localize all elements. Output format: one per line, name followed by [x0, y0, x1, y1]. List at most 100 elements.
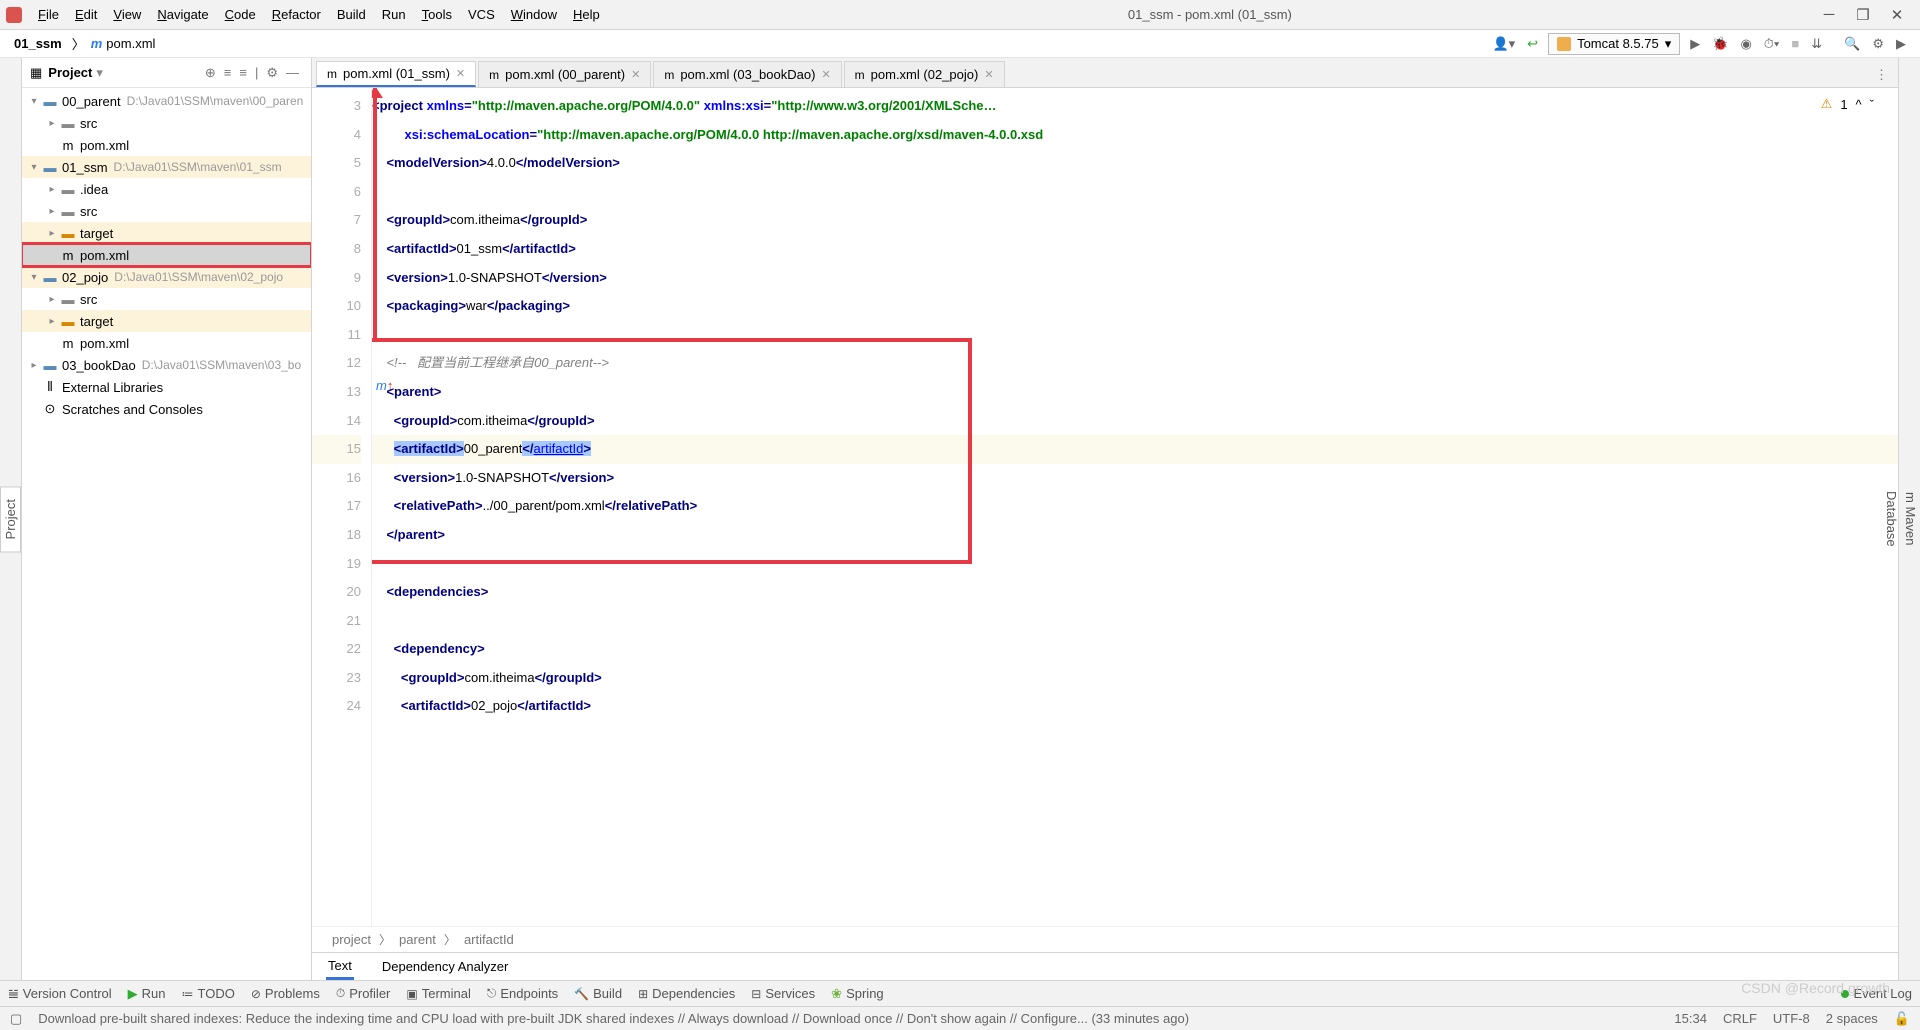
code-line[interactable]: </parent> [372, 521, 1898, 550]
editor-tab[interactable]: mpom.xml (02_pojo)✕ [844, 61, 1005, 87]
code-line[interactable]: <parent> [372, 378, 1898, 407]
code-line[interactable] [372, 321, 1898, 350]
expand-arrow-icon[interactable]: ▾ [26, 96, 42, 107]
tool-run[interactable]: ▶ Run [128, 986, 166, 1002]
close-tab-icon[interactable]: ✕ [984, 68, 993, 81]
tree-node[interactable]: ▸▬src [22, 112, 311, 134]
user-icon[interactable]: 👤▾ [1486, 34, 1521, 54]
run-button[interactable]: ▶ [1684, 34, 1706, 54]
editor-tab[interactable]: mpom.xml (00_parent)✕ [478, 61, 651, 87]
tree-node[interactable]: ⫴External Libraries [22, 376, 311, 398]
project-tree[interactable]: ▾▬00_parentD:\Java01\SSM\maven\00_paren▸… [22, 88, 311, 980]
tool-profiler[interactable]: ⏱ Profiler [336, 986, 391, 1001]
status-line-ending[interactable]: CRLF [1723, 1011, 1757, 1026]
status-message[interactable]: Download pre-built shared indexes: Reduc… [38, 1011, 1658, 1026]
menu-code[interactable]: Code [217, 3, 264, 26]
close-button[interactable]: ✕ [1880, 6, 1914, 24]
close-tab-icon[interactable]: ✕ [456, 67, 465, 80]
code-line[interactable]: <artifactId>01_ssm</artifactId> [372, 235, 1898, 264]
code-line[interactable]: <groupId>com.itheima</groupId> [372, 664, 1898, 693]
tab-more-icon[interactable]: ⋮ [1865, 63, 1898, 87]
settings-icon[interactable]: ⚙ [262, 65, 282, 81]
menu-view[interactable]: View [105, 3, 149, 26]
menu-run[interactable]: Run [374, 3, 414, 26]
inspection-widget[interactable]: ⚠1 ^ˇ [1815, 94, 1880, 114]
debug-button[interactable]: 🐞 [1706, 34, 1734, 54]
tool-spring[interactable]: ❀ Spring [831, 986, 883, 1002]
close-tab-icon[interactable]: ✕ [631, 68, 640, 81]
tool-problems[interactable]: ⊘ Problems [251, 986, 320, 1001]
crumb[interactable]: artifactId [464, 932, 514, 947]
code-lines[interactable]: ⚠1 ^ˇ <project xmlns="http://maven.apach… [372, 88, 1898, 926]
maximize-button[interactable]: ❐ [1846, 6, 1880, 24]
tool-services[interactable]: ⊟ Services [751, 986, 815, 1001]
menu-window[interactable]: Window [503, 3, 565, 26]
menu-refactor[interactable]: Refactor [264, 3, 329, 26]
tool-dependencies[interactable]: ⊞ Dependencies [638, 986, 735, 1001]
status-icon[interactable]: ▢ [10, 1011, 22, 1027]
expand-arrow-icon[interactable]: ▸ [44, 118, 60, 129]
tool-todo[interactable]: ≔ TODO [182, 986, 235, 1001]
expand-all-icon[interactable]: ≡ [220, 65, 236, 80]
menu-navigate[interactable]: Navigate [149, 3, 216, 26]
tool-version-control[interactable]: 𝌡 Version Control [8, 986, 112, 1001]
subtab-dependency-analyzer[interactable]: Dependency Analyzer [380, 955, 510, 978]
minimize-button[interactable]: ─ [1812, 6, 1846, 23]
tool-terminal[interactable]: ▣ Terminal [406, 986, 470, 1001]
tree-node[interactable]: mpom.xml [22, 332, 311, 354]
search-icon[interactable]: 🔍 [1838, 34, 1866, 54]
execute-button[interactable]: ▶ [1890, 34, 1912, 54]
tree-node[interactable]: ▸▬target [22, 310, 311, 332]
tool-endpoints[interactable]: ⎋ Endpoints [487, 986, 558, 1001]
sidebar-tab-project[interactable]: Project [0, 486, 21, 552]
tool-event-log[interactable]: Event Log [1841, 986, 1912, 1001]
tree-node[interactable]: ▸▬target [22, 222, 311, 244]
code-line[interactable]: <packaging>war</packaging> [372, 292, 1898, 321]
tree-node[interactable]: ▾▬01_ssmD:\Java01\SSM\maven\01_ssm [22, 156, 311, 178]
close-tab-icon[interactable]: ✕ [821, 68, 830, 81]
collapse-all-icon[interactable]: ≡ [235, 65, 251, 80]
code-line[interactable] [372, 550, 1898, 579]
subtab-text[interactable]: Text [326, 954, 354, 980]
tree-node[interactable]: ▾▬00_parentD:\Java01\SSM\maven\00_paren [22, 90, 311, 112]
menu-file[interactable]: File [30, 3, 67, 26]
code-line[interactable]: <groupId>com.itheima</groupId> [372, 206, 1898, 235]
code-line[interactable]: <artifactId>00_parent</artifactId> [372, 435, 1898, 464]
nav-file[interactable]: mpom.xml [85, 34, 162, 53]
crumb[interactable]: project [332, 932, 371, 947]
stop-button[interactable]: ■ [1785, 34, 1805, 53]
back-icon[interactable]: ↩ [1521, 34, 1544, 54]
code-line[interactable]: <relativePath>../00_parent/pom.xml</rela… [372, 492, 1898, 521]
status-encoding[interactable]: UTF-8 [1773, 1011, 1810, 1026]
code-line[interactable]: <!-- 配置当前工程继承自00_parent--> [372, 349, 1898, 378]
expand-arrow-icon[interactable]: ▾ [26, 272, 42, 283]
expand-arrow-icon[interactable]: ▸ [44, 294, 60, 305]
code-line[interactable] [372, 178, 1898, 207]
code-line[interactable]: xsi:schemaLocation="http://maven.apache.… [372, 121, 1898, 150]
code-line[interactable]: <version>1.0-SNAPSHOT</version> [372, 464, 1898, 493]
coverage-button[interactable]: ◉ [1734, 34, 1757, 54]
menu-build[interactable]: Build [329, 3, 374, 26]
code-line[interactable]: <dependency> [372, 635, 1898, 664]
menu-tools[interactable]: Tools [414, 3, 460, 26]
settings-icon[interactable]: ⚙ [1866, 34, 1890, 54]
status-lock-icon[interactable]: 🔓 [1894, 1011, 1910, 1027]
menu-help[interactable]: Help [565, 3, 608, 26]
crumb[interactable]: parent [399, 932, 436, 947]
code-line[interactable]: <artifactId>02_pojo</artifactId> [372, 692, 1898, 721]
run-config-selector[interactable]: Tomcat 8.5.75▾ [1548, 33, 1680, 55]
profile-button[interactable]: ⏱▾ [1758, 34, 1786, 54]
code-line[interactable]: <groupId>com.itheima</groupId> [372, 407, 1898, 436]
expand-arrow-icon[interactable]: ▸ [44, 206, 60, 217]
git-update-icon[interactable]: ⇊ [1805, 34, 1828, 54]
hide-icon[interactable]: — [282, 65, 303, 80]
editor-tab[interactable]: mpom.xml (01_ssm)✕ [316, 61, 476, 87]
code-line[interactable]: <version>1.0-SNAPSHOT</version> [372, 264, 1898, 293]
tree-node[interactable]: ▸▬03_bookDaoD:\Java01\SSM\maven\03_bo [22, 354, 311, 376]
code-line[interactable]: <project xmlns="http://maven.apache.org/… [372, 92, 1898, 121]
nav-project[interactable]: 01_ssm [8, 34, 68, 53]
expand-arrow-icon[interactable]: ▸ [44, 316, 60, 327]
tree-node[interactable]: ▸▬.idea [22, 178, 311, 200]
sidebar-tab-maven[interactable]: m Maven [1901, 480, 1920, 558]
expand-arrow-icon[interactable]: ▾ [26, 162, 42, 173]
